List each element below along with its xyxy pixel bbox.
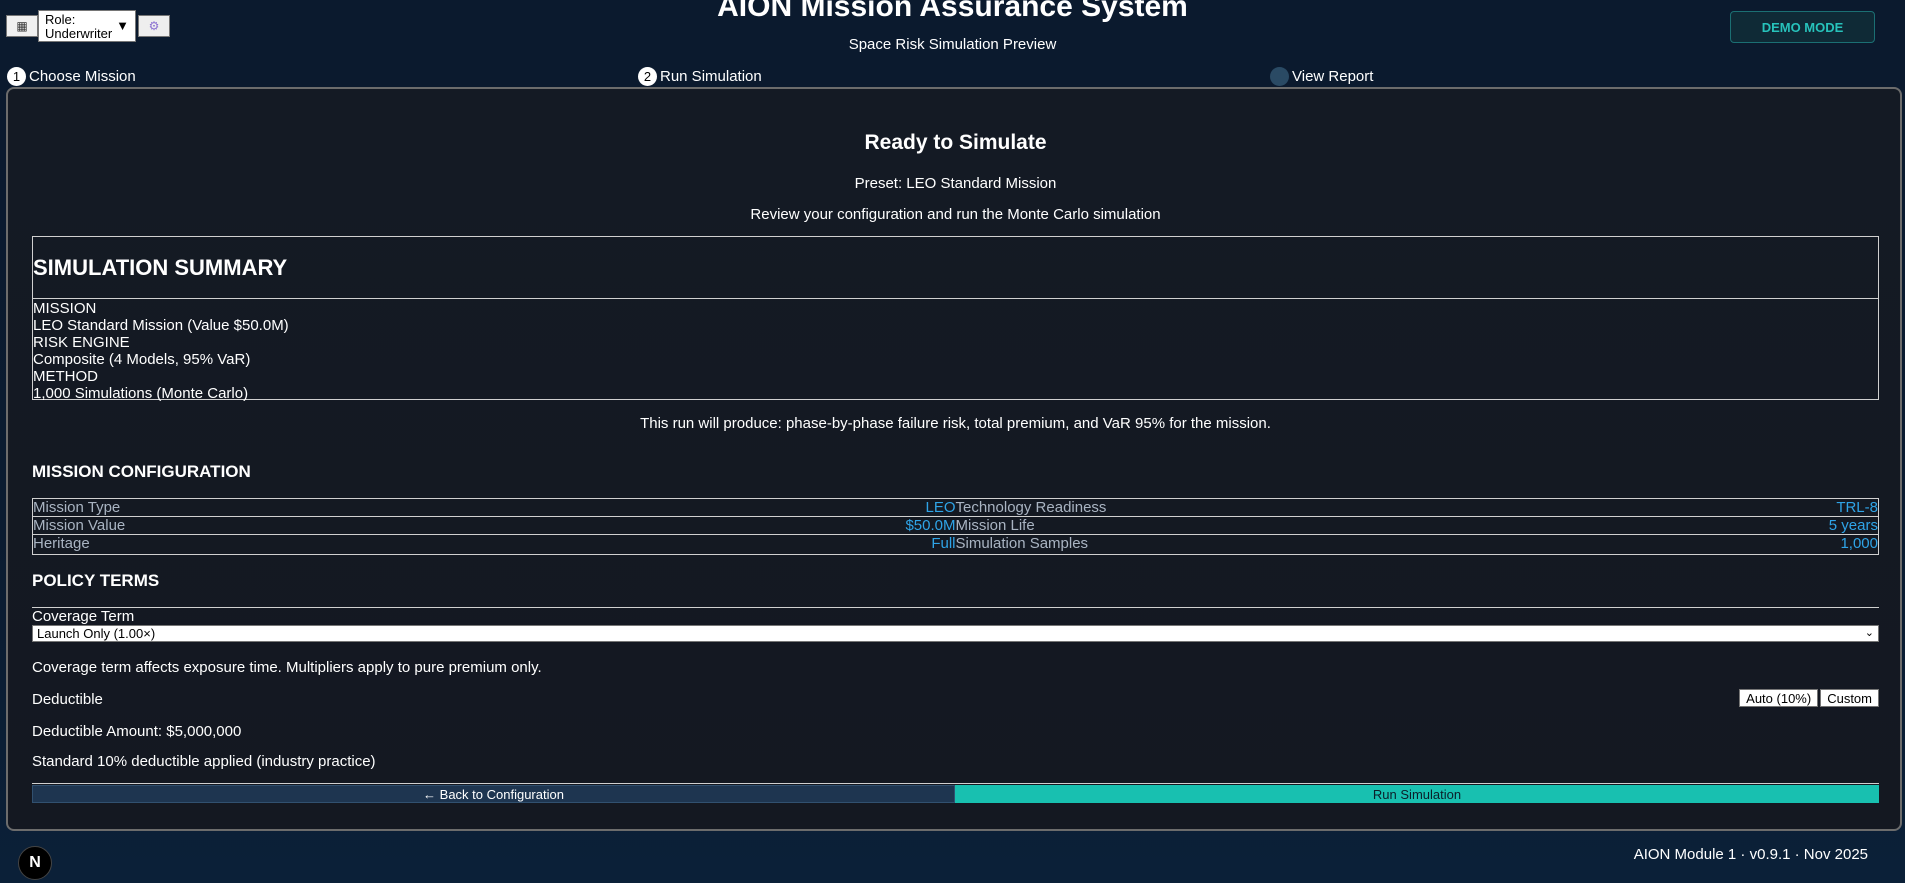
step-label: View Report: [1292, 68, 1374, 85]
risk-engine-value: Composite (4 Models, 95% VaR): [33, 351, 251, 368]
auto-deductible-button[interactable]: Auto (10%): [1739, 689, 1819, 707]
config-cell: Heritage Full: [33, 535, 956, 554]
divider: [32, 783, 1879, 784]
config-label: Mission Type: [33, 499, 121, 516]
ready-title: Ready to Simulate: [864, 131, 1047, 154]
config-cell: Simulation Samples 1,000: [956, 535, 1879, 554]
deductible-label: Deductible: [32, 691, 103, 708]
config-value: Full: [931, 535, 956, 552]
step-run-simulation[interactable]: 2 Run Simulation: [638, 67, 762, 86]
method-value: 1,000 Simulations (Monte Carlo): [33, 385, 249, 402]
config-cell: Mission Value $50.0M: [33, 517, 956, 534]
chevron-down-icon: ⌄: [1864, 627, 1874, 639]
summary-heading: SIMULATION SUMMARY: [33, 237, 1878, 299]
config-cell: Mission Type LEO: [33, 499, 956, 516]
demo-mode-button[interactable]: DEMO MODE: [1730, 11, 1875, 43]
config-label: Technology Readiness: [955, 499, 1107, 516]
step-number: 1: [7, 67, 26, 86]
method-label: METHOD: [33, 368, 98, 385]
simulation-card: Ready to Simulate Preset: LEO Standard M…: [6, 87, 1902, 831]
mission-value: LEO Standard Mission (Value $50.0M): [33, 317, 289, 334]
coverage-term-label: Coverage Term: [32, 608, 135, 625]
config-row: Heritage Full Simulation Samples 1,000: [33, 535, 1878, 554]
run-simulation-button[interactable]: Run Simulation: [955, 785, 1879, 803]
app-subtitle: Space Risk Simulation Preview: [848, 36, 1057, 53]
nextjs-logo-icon[interactable]: N: [18, 846, 52, 880]
config-cell: Technology Readiness TRL-8: [956, 499, 1879, 516]
mission-label: MISSION: [33, 300, 97, 317]
config-value: LEO: [925, 499, 956, 516]
action-buttons: ← Back to Configuration Run Simulation: [32, 785, 1879, 803]
back-to-configuration-button[interactable]: ← Back to Configuration: [32, 785, 955, 803]
step-view-report[interactable]: 3 View Report: [1270, 67, 1373, 86]
risk-engine-label: RISK ENGINE: [33, 334, 130, 351]
preset-label: Preset: LEO Standard Mission: [854, 175, 1057, 192]
divider: [32, 607, 1879, 608]
config-value: 5 years: [1828, 517, 1878, 534]
step-label: Choose Mission: [29, 68, 136, 85]
coverage-term-select[interactable]: Launch Only (1.00×) ⌄: [32, 625, 1879, 642]
custom-deductible-button[interactable]: Custom: [1820, 689, 1879, 707]
step-label: Run Simulation: [660, 68, 762, 85]
coverage-term-value: Launch Only (1.00×): [37, 626, 156, 641]
deductible-toggle: Auto (10%) Custom: [1739, 689, 1879, 707]
footer-version: AION Module 1 · v0.9.1 · Nov 2025: [1633, 846, 1868, 863]
config-cell: Mission Life 5 years: [956, 517, 1879, 534]
stepper: 1 Choose Mission 2 Run Simulation 3 View…: [0, 67, 1905, 86]
config-label: Simulation Samples: [955, 535, 1089, 552]
step-number: 3: [1270, 67, 1289, 86]
mission-configuration-table: Mission Type LEO Technology Readiness TR…: [32, 498, 1879, 555]
config-label: Mission Life: [955, 517, 1035, 534]
simulation-summary: SIMULATION SUMMARY MISSION LEO Standard …: [32, 236, 1879, 402]
config-value: TRL-8: [1836, 499, 1878, 516]
step-choose-mission[interactable]: 1 Choose Mission: [7, 67, 136, 86]
review-text: Review your configuration and run the Mo…: [750, 206, 1161, 223]
config-label: Mission Value: [33, 517, 126, 534]
config-value: $50.0M: [905, 517, 956, 534]
config-label: Heritage: [33, 535, 90, 552]
deductible-amount: Deductible Amount: $5,000,000: [32, 723, 242, 740]
app-title: AION Mission Assurance System: [717, 0, 1188, 23]
config-row: Mission Type LEO Technology Readiness TR…: [33, 499, 1878, 517]
produce-text: This run will produce: phase-by-phase fa…: [640, 415, 1271, 432]
summary-body: MISSION LEO Standard Mission (Value $50.…: [33, 299, 1878, 402]
config-value: 1,000: [1840, 535, 1878, 552]
mission-configuration-heading: MISSION CONFIGURATION: [32, 462, 251, 481]
step-number: 2: [638, 67, 657, 86]
policy-terms-heading: POLICY TERMS: [32, 571, 160, 590]
deductible-note: Standard 10% deductible applied (industr…: [32, 753, 376, 770]
coverage-note: Coverage term affects exposure time. Mul…: [32, 659, 542, 676]
config-row: Mission Value $50.0M Mission Life 5 year…: [33, 517, 1878, 535]
